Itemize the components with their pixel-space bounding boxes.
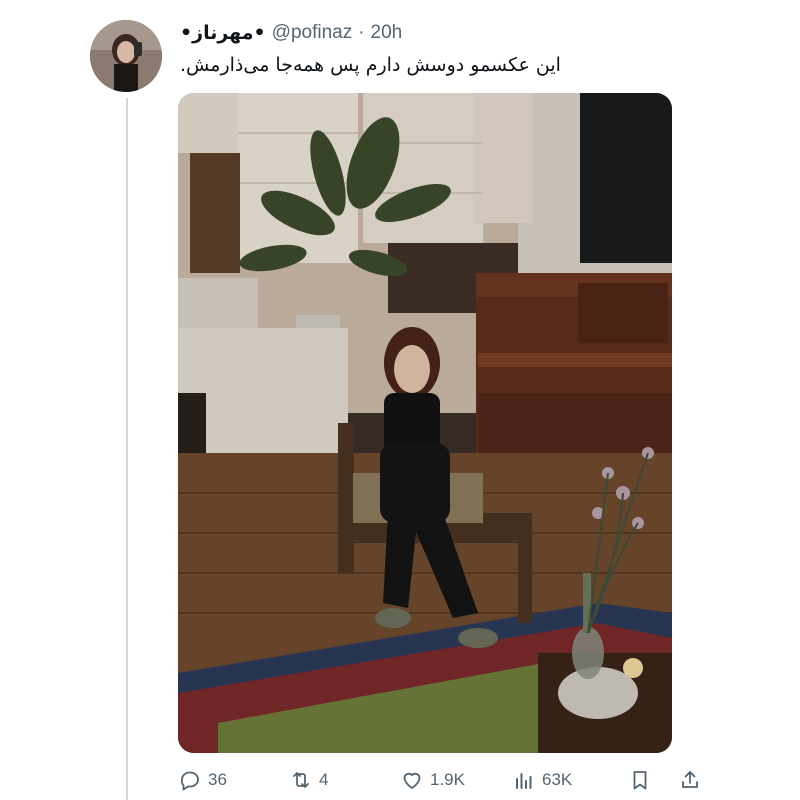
- like-button[interactable]: 1.9K: [400, 764, 465, 796]
- avatar[interactable]: [90, 20, 162, 92]
- views-button[interactable]: 63K: [512, 764, 572, 796]
- reply-icon: [180, 771, 199, 791]
- views-icon: [516, 773, 532, 789]
- bookmark-icon: [633, 771, 647, 790]
- tweet-photo[interactable]: [178, 93, 672, 753]
- photo-living-room: [178, 93, 672, 753]
- like-count: 1.9K: [430, 770, 465, 789]
- retweet-count: 4: [319, 770, 329, 789]
- thread-connector-line: [126, 98, 128, 800]
- views-count: 63K: [542, 770, 573, 789]
- avatar-image: [90, 20, 162, 92]
- tweet-text-content: این عکسمو دوسش دارم پس همه‌جا می‌ذارمش.: [180, 54, 561, 76]
- bookmark-button[interactable]: [628, 764, 652, 796]
- separator-dot: ·: [358, 22, 365, 43]
- share-icon: [682, 771, 698, 788]
- reply-button[interactable]: 36: [178, 764, 227, 796]
- retweet-button[interactable]: 4: [289, 764, 328, 796]
- retweet-icon: [293, 772, 309, 788]
- tweet-text: این عکسمو دوسش دارم پس همه‌جا می‌ذارمش.: [180, 52, 712, 78]
- tweet-header: •مهرناز• @pofinaz · 20h: [180, 20, 402, 46]
- share-button[interactable]: [678, 764, 702, 796]
- tweet-actions: 36 4 1.9K 63K: [178, 764, 708, 796]
- user-handle[interactable]: @pofinaz: [272, 22, 353, 44]
- display-name[interactable]: •مهرناز•: [180, 22, 266, 44]
- reply-count: 36: [208, 770, 227, 789]
- heart-icon: [403, 772, 421, 789]
- tweet-timestamp[interactable]: 20h: [371, 22, 403, 44]
